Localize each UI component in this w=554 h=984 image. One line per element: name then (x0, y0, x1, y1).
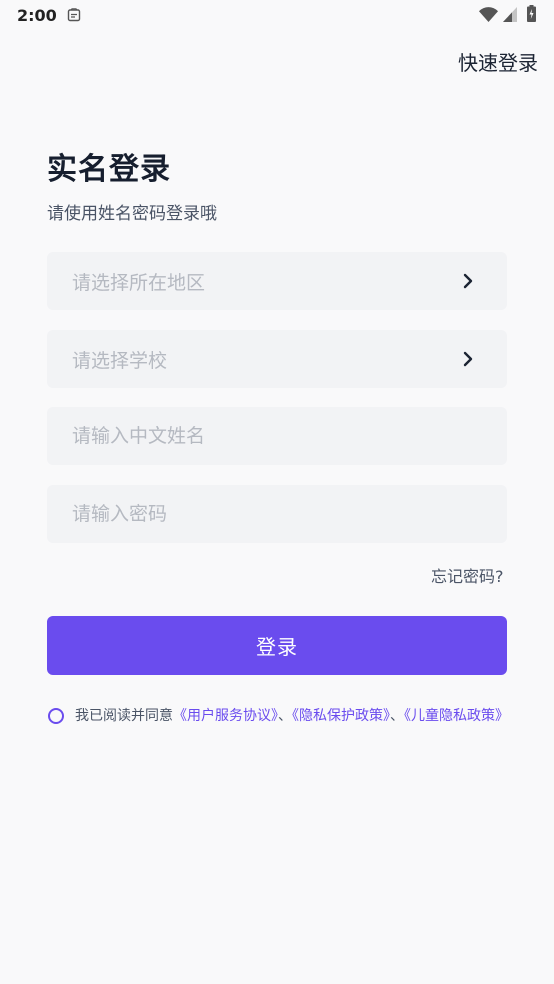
page-subtitle: 请使用姓名密码登录哦 (47, 204, 217, 224)
status-time: 2:00 (17, 6, 57, 25)
status-bar: 2:00 (0, 0, 554, 32)
school-select-placeholder: 请选择学校 (72, 349, 168, 372)
user-agreement-link[interactable]: 《用户服务协议》 (173, 708, 278, 724)
login-button[interactable]: 登录 (47, 616, 507, 675)
login-screen: 2:00 快速登录 实名登录 请使用姓名密码登录哦 请选择所在地区 请选择学校 … (0, 0, 554, 984)
forgot-password-link[interactable]: 忘记密码? (431, 563, 504, 587)
cell-signal-icon (503, 7, 517, 22)
chevron-right-icon (463, 351, 473, 367)
battery-icon (527, 5, 536, 22)
child-privacy-policy-link[interactable]: 《儿童隐私政策》 (404, 708, 509, 724)
agreement-text: 我已阅读并同意《用户服务协议》、《隐私保护政策》、《儿童隐私政策》 (75, 705, 515, 728)
region-select[interactable]: 请选择所在地区 (47, 252, 507, 310)
chevron-right-icon (463, 273, 473, 289)
agreement-separator: 、 (390, 708, 404, 724)
page-title: 实名登录 (47, 152, 171, 187)
region-select-placeholder: 请选择所在地区 (72, 271, 206, 294)
agreement-prefix: 我已阅读并同意 (75, 708, 173, 724)
clipboard-icon (67, 8, 81, 22)
wifi-icon (479, 7, 498, 22)
quick-login-link[interactable]: 快速登录 (458, 47, 538, 76)
name-input[interactable] (72, 425, 482, 447)
agreement-separator: 、 (278, 708, 292, 724)
name-field (47, 407, 507, 465)
password-input[interactable] (72, 503, 482, 525)
school-select[interactable]: 请选择学校 (47, 330, 507, 388)
agreement-checkbox[interactable] (48, 708, 64, 724)
password-field (47, 485, 507, 543)
privacy-policy-link[interactable]: 《隐私保护政策》 (292, 708, 390, 724)
